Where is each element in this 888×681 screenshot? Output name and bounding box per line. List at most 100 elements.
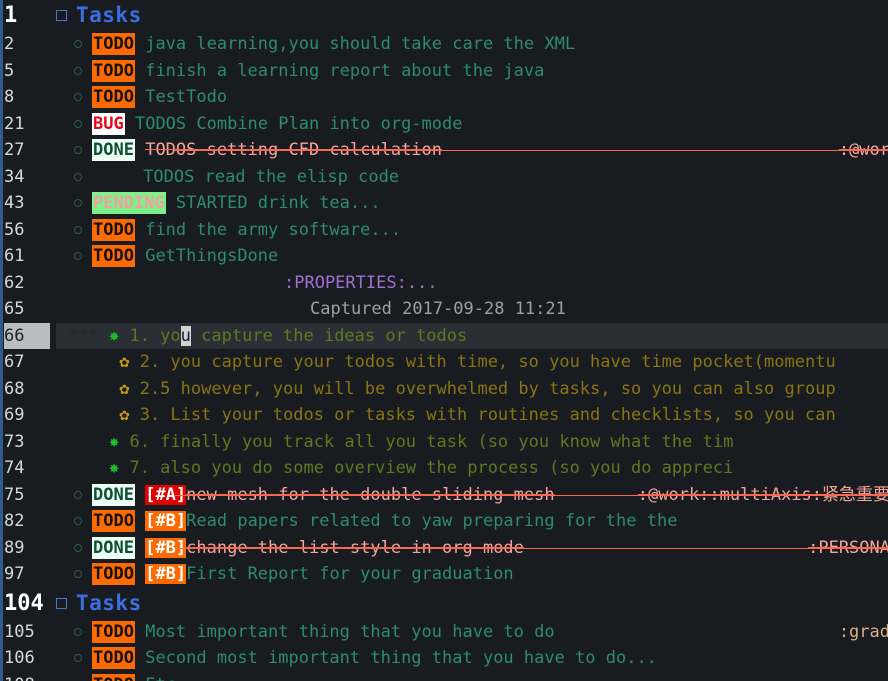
line-content[interactable]: *** ✸ 6. finally you track all you task … xyxy=(68,429,733,456)
line-number: 82 xyxy=(4,511,25,531)
task-row[interactable]: 56 TODO find the army software... xyxy=(0,217,888,244)
task-row[interactable]: 75 DONE [#A]new mesh for the double-slidi… xyxy=(0,482,888,509)
line-content[interactable]: TODO finish a learning report about the … xyxy=(74,58,544,85)
list-item-row[interactable]: 73 *** ✸ 6. finally you track all you tas… xyxy=(0,429,888,456)
task-row[interactable]: 5 TODO finish a learning report about the… xyxy=(0,58,888,85)
list-item-row[interactable]: 74 *** ✸ 7. also you do some overview the… xyxy=(0,455,888,482)
line-content[interactable]: **** ✿ 2.5 however, you will be overwhel… xyxy=(68,376,835,403)
task-headline[interactable]: TestTodo xyxy=(145,87,227,107)
todo-keyword[interactable]: TODO xyxy=(92,245,135,267)
task-row[interactable]: 34 XXXXXTODOS read the elisp code xyxy=(0,164,888,191)
circle-bullet-icon[interactable] xyxy=(74,172,82,181)
todo-keyword[interactable]: DONE xyxy=(92,139,135,161)
line-content[interactable]: **** ✿ 3. List your todos or tasks with … xyxy=(68,402,835,429)
priority-cookie[interactable]: [#B] xyxy=(145,564,187,584)
task-row[interactable]: 61 TODO GetThingsDone xyxy=(0,243,888,270)
task-headline[interactable]: STARTED drink tea... xyxy=(176,193,381,213)
list-item-row[interactable]: 68 **** ✿ 2.5 however, you will be overwh… xyxy=(0,376,888,403)
circle-bullet-icon[interactable] xyxy=(74,517,82,525)
task-headline[interactable]: Second most important thing that you hav… xyxy=(145,648,657,668)
todo-keyword[interactable]: DONE xyxy=(92,536,135,559)
line-content[interactable]: PENDING STARTED drink tea... xyxy=(74,190,381,217)
task-headline[interactable]: Read papers related to yaw preparing for… xyxy=(186,511,677,531)
todo-keyword[interactable]: TODO xyxy=(92,673,135,681)
task-headline[interactable]: find the army software... xyxy=(145,220,401,240)
line-content[interactable]: XXXXXTODOS read the elisp code xyxy=(74,164,399,191)
line-content[interactable]: Tasks xyxy=(56,588,142,621)
task-row[interactable]: 65 Captured 2017-09-28 11:21 xyxy=(0,296,888,323)
editor-window[interactable]: 1 Tasks 2 TODO java learning,you should tak… xyxy=(0,0,888,681)
todo-keyword[interactable]: TODO xyxy=(92,86,135,108)
todo-keyword[interactable]: TODO xyxy=(92,647,135,669)
circle-bullet-icon[interactable] xyxy=(74,627,82,636)
line-content[interactable]: Captured 2017-09-28 11:21 xyxy=(310,296,566,323)
line-content[interactable]: TODO find the army software... xyxy=(74,217,401,244)
todo-keyword[interactable]: TODO xyxy=(92,59,135,82)
line-content[interactable]: BUG TODOS Combine Plan into org-mode xyxy=(74,111,462,138)
task-row[interactable]: 2 TODO java learning,you should take care… xyxy=(0,31,888,58)
line-content[interactable]: *** ✸ 1. you capture the ideas or todos xyxy=(68,323,467,350)
task-row[interactable]: 108 TODO Etc.... xyxy=(0,672,888,681)
task-row[interactable]: 43 PENDING STARTED drink tea... xyxy=(0,190,888,217)
task-headline[interactable]: GetThingsDone xyxy=(145,246,278,266)
circle-bullet-icon[interactable] xyxy=(74,119,82,128)
task-row[interactable]: 106 TODO Second most important thing that… xyxy=(0,645,888,672)
priority-cookie[interactable]: [#B] xyxy=(145,511,187,531)
circle-bullet-icon[interactable] xyxy=(74,199,82,207)
line-content[interactable]: **** ✿ 2. you capture your todos with ti… xyxy=(68,349,835,376)
list-item-row[interactable]: 69 **** ✿ 3. List your todos or tasks wit… xyxy=(0,402,888,429)
todo-keyword[interactable]: DONE xyxy=(92,483,135,506)
task-row[interactable]: 97 TODO [#B]First Report for your graduat… xyxy=(0,561,888,588)
todo-keyword[interactable]: PENDING xyxy=(92,192,166,214)
circle-bullet-icon[interactable] xyxy=(74,66,82,75)
task-row[interactable]: 27 DONE TODOS setting CFD calculation:@wo… xyxy=(0,137,888,164)
line-content[interactable]: TODO GetThingsDone xyxy=(74,243,278,270)
todo-keyword[interactable]: TODO xyxy=(92,218,135,241)
circle-bullet-icon[interactable] xyxy=(74,252,82,260)
line-content[interactable]: TODO Most important thing that you have … xyxy=(74,619,555,646)
line-content[interactable]: *** ✸ 7. also you do some overview the p… xyxy=(68,455,733,482)
line-number: 105 xyxy=(4,621,35,642)
circle-bullet-icon[interactable] xyxy=(74,40,82,48)
circle-bullet-icon[interactable] xyxy=(74,146,82,154)
line-content[interactable]: Tasks xyxy=(56,0,142,33)
line-content[interactable]: TODO [#B]Read papers related to yaw prep… xyxy=(74,508,677,535)
task-row[interactable]: 105 TODO Most important thing that you ha… xyxy=(0,619,888,646)
list-item-row[interactable]: 66 *** ✸ 1. you capture the ideas or todo… xyxy=(0,322,888,350)
task-headline[interactable]: First Report for your graduation xyxy=(186,564,514,584)
circle-bullet-icon[interactable] xyxy=(74,225,82,234)
line-content[interactable]: TODO java learning,you should take care … xyxy=(74,31,575,58)
circle-bullet-icon[interactable] xyxy=(74,654,82,662)
list-item-row[interactable]: 67 **** ✿ 2. you capture your todos with … xyxy=(0,349,888,376)
line-content[interactable]: TODO Second most important thing that yo… xyxy=(74,645,657,672)
box-outline-icon xyxy=(56,597,67,609)
task-row[interactable]: 21 BUG TODOS Combine Plan into org-mode xyxy=(0,111,888,138)
task-headline[interactable]: Etc.... xyxy=(145,675,217,681)
task-headline[interactable]: finish a learning report about the java xyxy=(145,61,544,81)
todo-keyword[interactable]: BUG xyxy=(92,112,125,135)
line-content[interactable]: TODO [#B]First Report for your graduatio… xyxy=(74,561,514,588)
task-headline[interactable]: java learning,you should take care the X… xyxy=(145,34,575,54)
todo-keyword[interactable]: TODO xyxy=(92,563,135,585)
circle-bullet-icon[interactable] xyxy=(74,570,82,578)
line-content[interactable]: TODO TestTodo xyxy=(74,84,227,111)
task-headline[interactable]: TODOS Combine Plan into org-mode xyxy=(135,114,463,134)
todo-keyword[interactable]: TODO xyxy=(92,620,135,643)
task-row[interactable]: 82 TODO [#B]Read papers related to yaw pr… xyxy=(0,508,888,535)
task-headline[interactable]: Most important thing that you have to do xyxy=(145,622,554,642)
properties-drawer[interactable]: :PROPERTIES:... xyxy=(284,273,438,293)
task-row[interactable]: 8 TODO TestTodo xyxy=(0,84,888,111)
task-tags[interactable]: :grad xyxy=(839,619,888,646)
circle-bullet-icon[interactable] xyxy=(74,543,82,552)
line-content[interactable]: TODO Etc.... xyxy=(74,672,217,681)
task-row[interactable]: 62:PROPERTIES:... xyxy=(0,270,888,297)
task-row[interactable]: 89 DONE [#B]change the list style in org-… xyxy=(0,535,888,562)
heading-row[interactable]: 104 Tasks xyxy=(0,588,888,619)
circle-bullet-icon[interactable] xyxy=(74,93,82,101)
todo-keyword[interactable]: TODO xyxy=(92,33,135,55)
task-headline[interactable]: TODOS read the elisp code xyxy=(143,167,399,187)
heading-row[interactable]: 1 Tasks xyxy=(0,0,888,31)
todo-keyword[interactable]: TODO xyxy=(92,510,135,532)
circle-bullet-icon[interactable] xyxy=(74,490,82,499)
line-content[interactable]: :PROPERTIES:... xyxy=(284,270,438,297)
